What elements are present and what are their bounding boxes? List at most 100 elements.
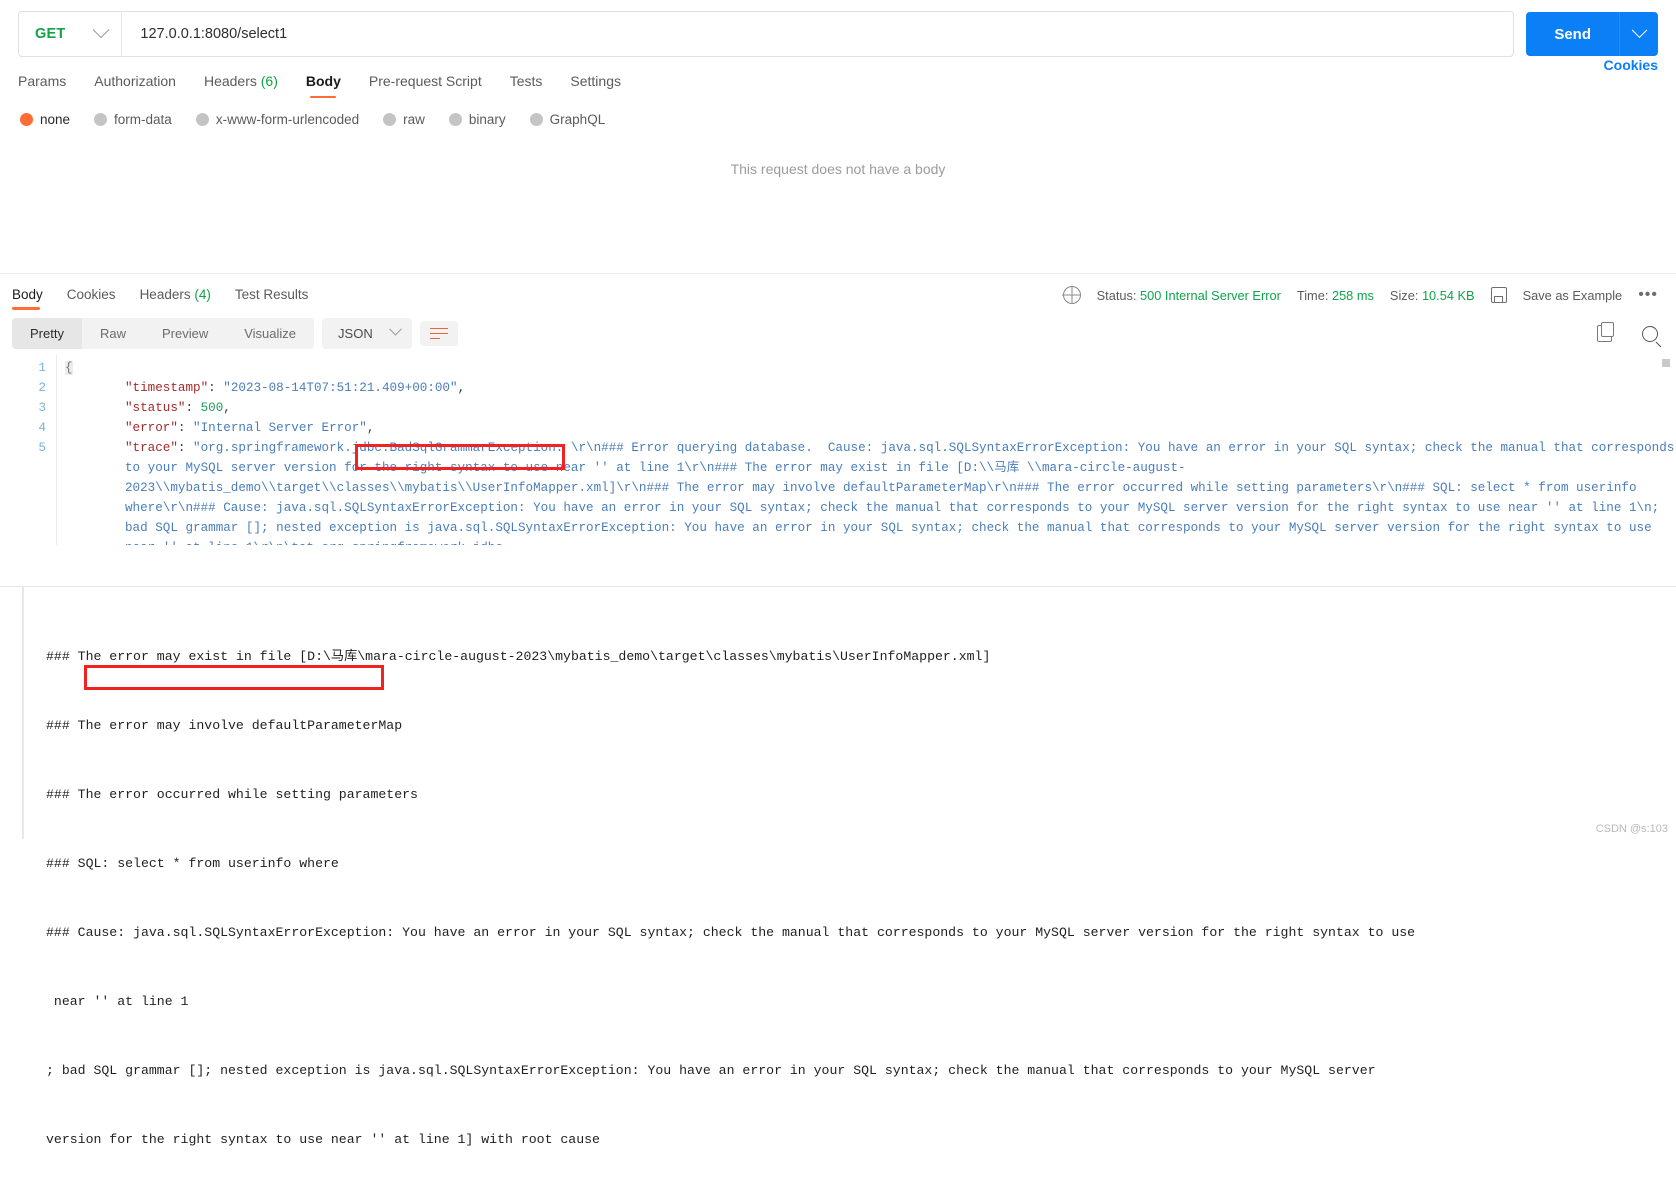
view-pretty[interactable]: Pretty [12, 318, 82, 349]
size-value: 10.54 KB [1421, 287, 1475, 303]
json-value-trace-part2: \r\n### Error querying database. Cause: … [563, 441, 1463, 455]
radio-binary[interactable]: binary [448, 112, 506, 127]
radio-graphql[interactable]: GraphQL [529, 112, 606, 127]
copy-icon[interactable] [1597, 322, 1614, 342]
send-button[interactable]: Send [1526, 12, 1620, 56]
tab-authorization[interactable]: Authorization [94, 73, 176, 98]
status-group: Status: 500 Internal Server Error [1097, 288, 1281, 303]
stacktrace-line-8: version for the right syntax to use near… [46, 1132, 600, 1147]
stacktrace-line-7: ; bad SQL grammar []; nested exception i… [46, 1063, 1376, 1078]
response-tab-headers-count: (4) [194, 286, 211, 302]
radio-form-data-label: form-data [114, 112, 172, 127]
response-tab-body[interactable]: Body [12, 287, 43, 310]
json-line-trace: "trace": "org.springframework.jdbc.BadSq… [65, 438, 1676, 545]
line-number: 1 [38, 360, 46, 375]
wrap-lines-icon [429, 327, 448, 340]
format-select-value: JSON [338, 326, 373, 341]
stacktrace-panel: ### The error may exist in file [D:\马库\m… [0, 586, 1676, 1147]
json-value-status: 500 [200, 401, 224, 415]
tab-tests[interactable]: Tests [510, 73, 543, 98]
radio-dot-icon [195, 113, 209, 126]
response-tab-headers[interactable]: Headers (4) [140, 287, 211, 310]
chevron-down-icon [92, 21, 110, 39]
response-tab-test-results[interactable]: Test Results [235, 287, 309, 310]
json-key-error: "error" [125, 421, 178, 435]
radio-dot-icon [20, 113, 33, 126]
url-input-box[interactable]: GET 127.0.0.1:8080/select1 [18, 11, 1515, 57]
request-url-row: GET 127.0.0.1:8080/select1 Send [0, 0, 1676, 57]
save-as-example-button[interactable]: Save as Example [1523, 288, 1623, 303]
stacktrace-line-3: ### The error occurred while setting par… [46, 787, 418, 802]
stacktrace-line-4-prefix: ### [46, 856, 78, 871]
wrap-lines-button[interactable] [419, 321, 458, 346]
line-number: 3 [38, 400, 46, 415]
response-tabs: Body Cookies Headers (4) Test Results [12, 287, 308, 310]
json-code-area[interactable]: { "timestamp": "2023-08-14T07:51:21.409+… [56, 355, 1676, 545]
method-selector[interactable]: GET [19, 12, 123, 56]
view-raw[interactable]: Raw [82, 318, 144, 349]
empty-body-message: This request does not have a body [730, 161, 946, 177]
method-label: GET [35, 26, 66, 42]
radio-raw[interactable]: raw [383, 112, 425, 127]
radio-x-www-form-urlencoded[interactable]: x-www-form-urlencoded [195, 112, 360, 127]
radio-dot-icon [383, 113, 397, 126]
cookies-link[interactable]: Cookies [1604, 57, 1658, 73]
json-value-trace-exception: .BadSqlGrammarException: [381, 441, 564, 455]
radio-form-data[interactable]: form-data [94, 112, 172, 127]
response-toolbar-actions [1597, 322, 1658, 342]
chevron-down-icon [388, 322, 402, 336]
radio-dot-icon [94, 113, 108, 126]
time-label: Time: [1296, 287, 1329, 303]
json-line-status: "status": 500, [125, 401, 231, 415]
size-label: Size: [1389, 287, 1419, 303]
request-tabs: Params Authorization Headers (6) Body Pr… [0, 57, 1676, 98]
radio-none-label: none [40, 112, 71, 127]
radio-none[interactable]: none [20, 112, 70, 127]
stacktrace-line-6: near '' at line 1 [46, 994, 189, 1009]
json-open-brace: { [65, 361, 73, 375]
send-button-group[interactable]: Send [1526, 12, 1658, 56]
body-type-radio-group: none form-data x-www-form-urlencoded raw… [0, 98, 1676, 127]
stacktrace-line-5: ### Cause: java.sql.SQLSyntaxErrorExcept… [46, 925, 1416, 940]
view-visualize[interactable]: Visualize [226, 318, 314, 349]
line-number-gutter: 1 2 3 4 5 [0, 355, 56, 545]
more-options-icon[interactable]: ••• [1638, 286, 1658, 304]
response-tab-cookies[interactable]: Cookies [67, 287, 116, 310]
format-select[interactable]: JSON [322, 318, 412, 349]
tab-headers-count: (6) [260, 73, 278, 89]
json-value-error: "Internal Server Error" [193, 421, 367, 435]
json-key-timestamp: "timestamp" [125, 381, 209, 395]
radio-dot-icon [448, 113, 462, 126]
tab-params[interactable]: Params [18, 73, 66, 98]
radio-urlencoded-label: x-www-form-urlencoded [215, 112, 360, 127]
response-header-bar: Body Cookies Headers (4) Test Results St… [0, 274, 1676, 310]
time-group: Time: 258 ms [1297, 288, 1374, 303]
tab-settings[interactable]: Settings [570, 73, 621, 98]
tab-pre-request-script[interactable]: Pre-request Script [369, 73, 482, 98]
radio-binary-label: binary [468, 112, 506, 127]
view-preview[interactable]: Preview [144, 318, 226, 349]
watermark: CSDN @s:103 [1595, 823, 1668, 835]
tab-body[interactable]: Body [306, 73, 341, 98]
response-view-toolbar: Pretty Raw Preview Visualize JSON [0, 310, 1676, 349]
tab-headers[interactable]: Headers (6) [204, 73, 278, 98]
stacktrace-line-1: ### The error may exist in file [D:\马库\m… [46, 649, 991, 664]
panel-left-rail [22, 587, 24, 839]
radio-dot-icon [529, 113, 543, 126]
url-input[interactable]: 127.0.0.1:8080/select1 [122, 26, 287, 42]
time-value: 258 ms [1331, 287, 1374, 303]
search-icon[interactable] [1642, 325, 1658, 342]
save-icon[interactable] [1490, 287, 1507, 303]
radio-graphql-label: GraphQL [549, 112, 606, 127]
line-number: 4 [38, 420, 46, 435]
tab-headers-label: Headers [203, 73, 257, 89]
status-value: 500 Internal Server Error [1140, 287, 1281, 303]
scroll-indicator[interactable] [1662, 359, 1670, 367]
size-group: Size: 10.54 KB [1390, 288, 1475, 303]
json-key-status: "status" [125, 401, 186, 415]
send-options-button[interactable] [1620, 12, 1658, 56]
stacktrace-line-2: ### The error may involve defaultParamet… [46, 718, 403, 733]
line-number: 5 [38, 440, 46, 455]
json-viewer: 1 2 3 4 5 { "timestamp": "2023-08-14T07:… [0, 355, 1676, 545]
stacktrace-text[interactable]: ### The error may exist in file [D:\马库\m… [0, 599, 1676, 1197]
